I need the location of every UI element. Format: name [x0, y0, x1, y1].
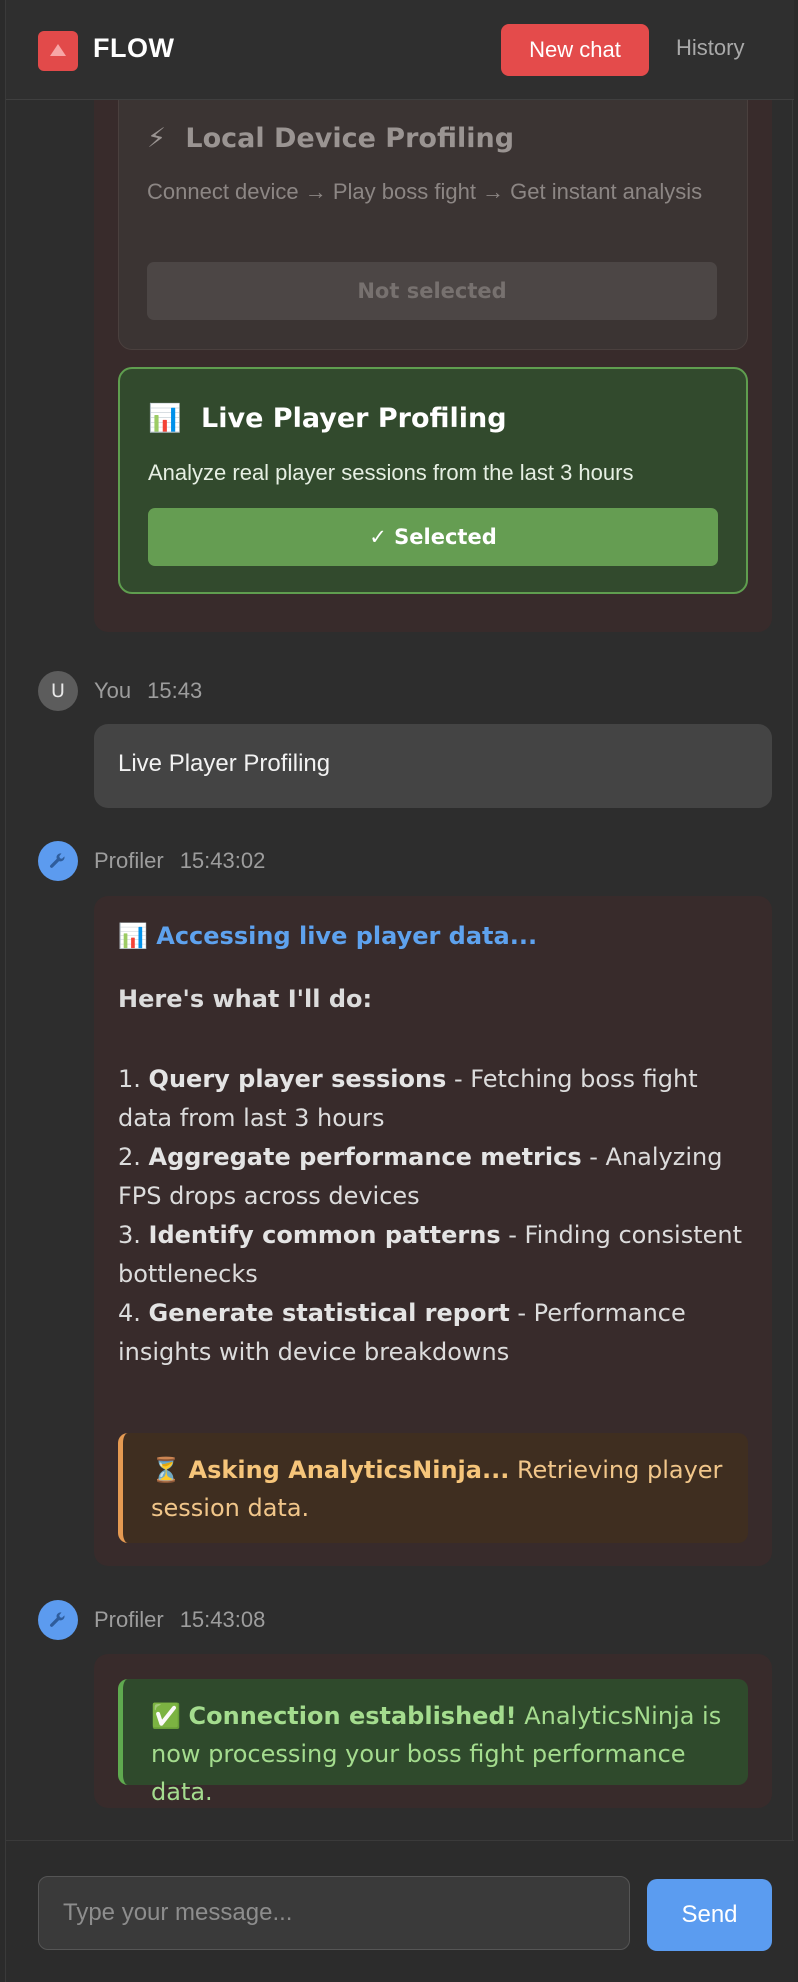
callout-bold: Connection established! — [188, 1702, 517, 1730]
hourglass-icon: ⏳ — [151, 1456, 181, 1484]
list-item: 4. Generate statistical report - Perform… — [118, 1299, 686, 1366]
select-live-button[interactable]: ✓ Selected — [148, 508, 718, 566]
status-callout-pending: ⏳ Asking AnalyticsNinja... Retrieving pl… — [118, 1433, 748, 1543]
plan-title: Here's what I'll do: — [118, 985, 373, 1013]
option-title-text: Live Player Profiling — [201, 403, 507, 434]
lightning-icon: ⚡ — [147, 123, 166, 154]
sender-name: You — [94, 678, 132, 703]
bar-chart-icon: 📊 — [148, 403, 182, 434]
new-chat-button[interactable]: New chat — [501, 24, 649, 76]
timestamp: 15:43:08 — [179, 1607, 266, 1632]
status-heading: 📊 Accessing live player data... — [118, 922, 537, 950]
sender-name: Profiler — [94, 1607, 164, 1632]
timestamp: 15:43:02 — [179, 848, 266, 873]
wrench-icon — [38, 1600, 78, 1640]
bar-chart-icon: 📊 — [118, 922, 148, 950]
send-button[interactable]: Send — [647, 1879, 772, 1951]
option-card-local-device[interactable]: ⚡ Local Device Profiling Connect device … — [118, 80, 748, 350]
message-meta-profiler: Profiler 15:43:02 — [38, 841, 265, 881]
list-item: 3. Identify common patterns - Finding co… — [118, 1221, 743, 1288]
check-icon: ✅ — [151, 1702, 181, 1730]
list-item: 2. Aggregate performance metrics - Analy… — [118, 1143, 723, 1210]
select-local-button[interactable]: Not selected — [147, 262, 717, 320]
user-message-text: Live Player Profiling — [118, 750, 331, 777]
brand-name: FLOW — [93, 33, 175, 63]
wrench-icon — [38, 841, 78, 881]
option-title: ⚡ Local Device Profiling — [147, 123, 514, 154]
status-callout-success: ✅ Connection established! AnalyticsNinja… — [118, 1679, 748, 1806]
top-bar: FLOW New chat History — [6, 0, 794, 100]
user-message: Live Player Profiling — [94, 724, 772, 808]
option-title: 📊 Live Player Profiling — [148, 402, 507, 434]
option-description: Connect device → Play boss fight → Get i… — [147, 179, 703, 204]
message-composer: Send — [6, 1840, 794, 1982]
option-card-live-player[interactable]: 📊 Live Player Profiling Analyze real pla… — [118, 367, 748, 594]
option-title-text: Local Device Profiling — [185, 123, 515, 154]
message-meta-profiler: Profiler 15:43:08 — [38, 1600, 265, 1640]
message-meta-user: U You 15:43 — [38, 671, 202, 711]
chat-app: ⚡ Local Device Profiling Connect device … — [5, 0, 794, 1982]
timestamp: 15:43 — [147, 678, 203, 703]
callout-bold: Asking AnalyticsNinja... — [188, 1456, 510, 1484]
history-link[interactable]: History — [676, 35, 744, 61]
sender-name: Profiler — [94, 848, 164, 873]
status-heading-text: Accessing live player data... — [156, 922, 538, 950]
message-input[interactable] — [38, 1876, 630, 1950]
avatar: U — [38, 671, 78, 711]
plan-steps: 1. Query player sessions - Fetching boss… — [118, 1060, 758, 1372]
list-item: 1. Query player sessions - Fetching boss… — [118, 1065, 698, 1132]
option-description: Analyze real player sessions from the la… — [148, 460, 634, 485]
logo-icon — [38, 31, 78, 71]
